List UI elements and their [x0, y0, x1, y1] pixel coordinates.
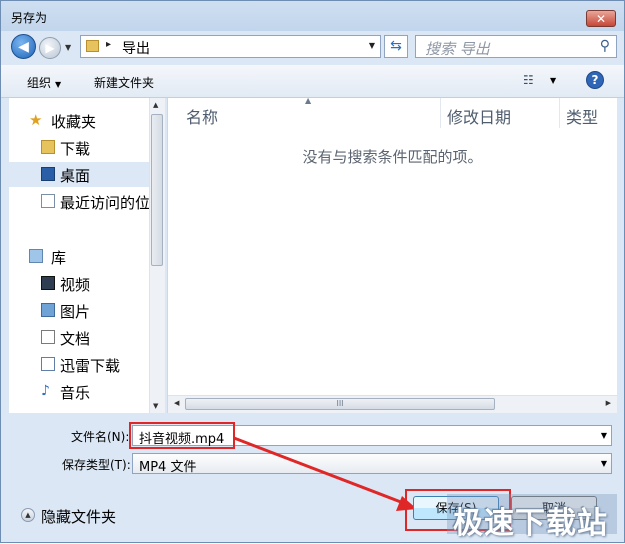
site-watermark: 极速下载站 [453, 506, 608, 541]
collapse-icon: ▲ [21, 508, 35, 522]
hide-folders-label: 隐藏文件夹 [41, 508, 117, 526]
annotation-arrow [233, 436, 417, 511]
save-as-dialog: 另存为 ✕ ◀ ▶ ▼ ▸ 导出 ▼ ⇆ 搜索 导出 ⚲ 组织 ▼ 新建文件夹 ☷… [0, 0, 625, 543]
annotation-arrow-line [233, 436, 407, 506]
